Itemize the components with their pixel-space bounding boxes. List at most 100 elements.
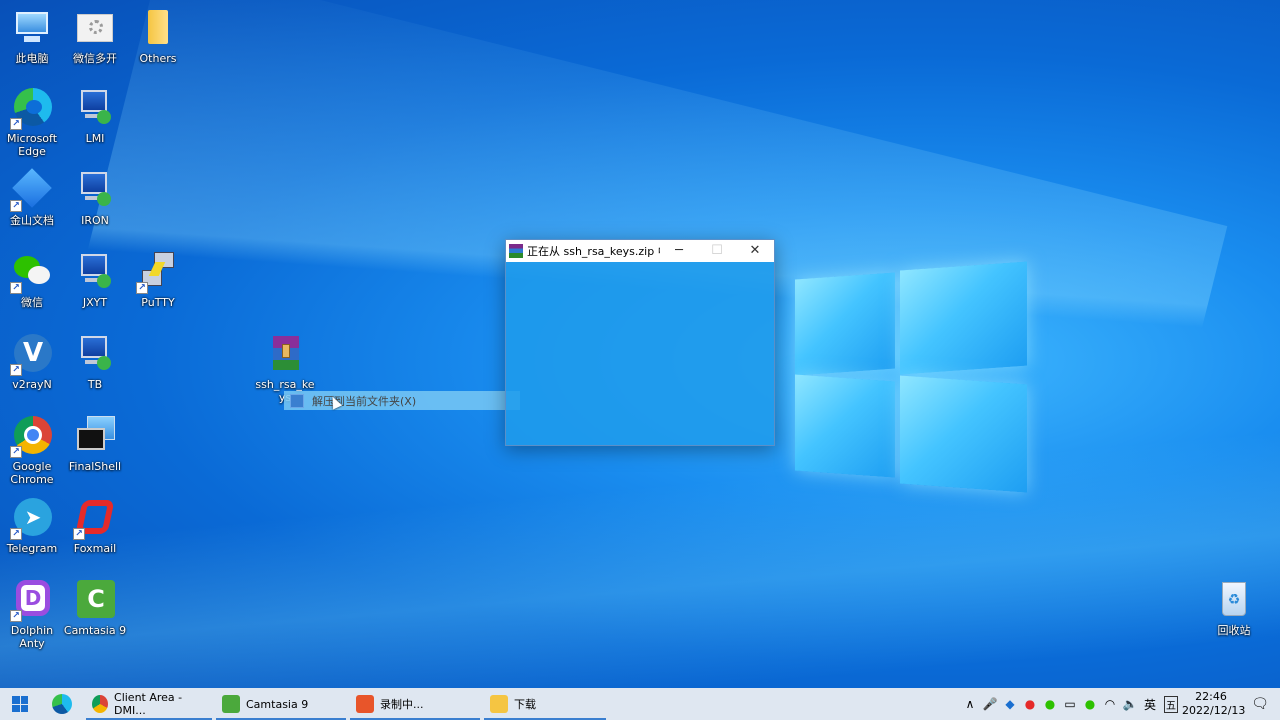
taskbar-app-label: 录制中... — [380, 698, 424, 711]
taskbar-pin-edge[interactable] — [40, 688, 84, 720]
desktop-icon-v2rayn[interactable]: V ↗ v2rayN — [0, 334, 64, 391]
wallpaper-windows-logo — [795, 256, 1027, 493]
desktop-icon-label: Foxmail — [73, 542, 117, 555]
camtasia-icon: C — [75, 580, 115, 620]
desktop-icon-tb[interactable]: TB — [63, 334, 127, 391]
camtasia-icon — [222, 695, 240, 713]
desktop-icon-iron[interactable]: IRON — [63, 170, 127, 227]
recycle-bin-icon: ♻ — [1214, 580, 1254, 620]
microphone-icon[interactable]: 🎤 — [980, 697, 1000, 711]
desktop-icon-label: TB — [87, 378, 103, 391]
desktop-icon-label: IRON — [81, 214, 109, 227]
desktop-icon-label: LMI — [85, 132, 105, 145]
v2rayn-icon: V ↗ — [10, 334, 52, 376]
desktop-icon-label: Dolphin Anty — [10, 624, 54, 650]
taskbar-app-camtasia[interactable]: Camtasia 9 — [214, 688, 348, 720]
dialog-title: 正在从 ssh_rsa_keys.zip 中... — [527, 245, 660, 258]
telegram-icon: ➤ ↗ — [10, 498, 52, 540]
maximize-button: ☐ — [711, 243, 723, 258]
taskbar-app-downloads[interactable]: 下载 — [482, 688, 608, 720]
desktop-icon-finalshell[interactable]: FinalShell — [63, 416, 127, 473]
recorder-icon — [356, 695, 374, 713]
desktop-icon-chrome[interactable]: ↗ Google Chrome — [0, 416, 64, 486]
extraction-dialog[interactable]: 正在从 ssh_rsa_keys.zip 中... ─ ☐ ✕ — [505, 239, 775, 446]
foxmail-icon: ↗ — [73, 498, 115, 540]
taskbar-app-chrome[interactable]: Client Area - DMI... — [84, 688, 214, 720]
taskbar-app-label: Client Area - DMI... — [114, 691, 183, 717]
desktop-icon-label: JXYT — [82, 296, 108, 309]
desktop-icon-kingsoft-docs[interactable]: ↗ 金山文档 — [0, 168, 64, 227]
clock-date: 2022/12/13 — [1182, 704, 1246, 717]
tray-app-icon[interactable]: ● — [1020, 697, 1040, 711]
desktop-icon-label: PuTTY — [141, 296, 175, 309]
desktop-icon-foxmail[interactable]: ↗ Foxmail — [63, 498, 127, 555]
desktop-icon-label: FinalShell — [68, 460, 122, 473]
taskbar: Client Area - DMI... Camtasia 9 录制中... 下… — [0, 688, 1280, 720]
edge-icon — [52, 694, 72, 714]
edge-icon: ↗ — [10, 88, 52, 130]
desktop-icon-label: 此电脑 — [15, 52, 49, 65]
clock[interactable]: 22:46 2022/12/13 — [1182, 690, 1246, 718]
desktop-icon-recycle-bin[interactable]: ♻ 回收站 — [1202, 580, 1266, 637]
chrome-icon — [92, 695, 109, 713]
windows-start-icon — [12, 696, 28, 712]
chrome-icon: ↗ — [10, 416, 52, 458]
computer-icon — [12, 8, 52, 48]
minimize-button[interactable]: ─ — [660, 240, 698, 262]
wallpaper-beam-lower — [0, 420, 1280, 720]
desktop-icon-dolphin-anty[interactable]: D ↗ Dolphin Anty — [0, 580, 64, 650]
notification-center-icon[interactable]: 🗨 — [1240, 696, 1280, 712]
desktop-icon-camtasia[interactable]: C Camtasia 9 — [63, 580, 127, 637]
remote-desktop-icon — [75, 88, 115, 128]
ime-mode-indicator[interactable]: 五 — [1164, 695, 1178, 713]
desktop-icon-telegram[interactable]: ➤ ↗ Telegram — [0, 498, 64, 555]
extract-icon — [290, 393, 304, 408]
dialog-titlebar[interactable]: 正在从 ssh_rsa_keys.zip 中... ─ ☐ ✕ — [506, 240, 774, 262]
desktop-icon-label: Google Chrome — [10, 460, 54, 486]
remote-desktop-icon — [75, 334, 115, 374]
battery-icon[interactable]: ▭ — [1060, 697, 1080, 711]
context-menu-label: 解压到当前文件夹(X) — [312, 394, 417, 408]
taskbar-app-label: Camtasia 9 — [246, 697, 309, 711]
desktop-icon-others[interactable]: Others — [126, 8, 190, 65]
gear-icon — [75, 8, 115, 48]
wechat-tray-icon[interactable]: ● — [1080, 697, 1100, 711]
network-icon[interactable]: ◠ — [1100, 697, 1120, 711]
desktop-icon-edge[interactable]: ↗ Microsoft Edge — [0, 88, 64, 158]
desktop-icon-this-pc[interactable]: 此电脑 — [0, 8, 64, 65]
winrar-icon — [509, 244, 523, 258]
finalshell-icon — [75, 416, 115, 456]
wechat-tray-icon[interactable]: ● — [1040, 697, 1060, 711]
desktop-icon-label: Microsoft Edge — [6, 132, 58, 158]
dolphin-anty-icon: D ↗ — [10, 580, 52, 622]
system-tray: ∧ 🎤 ◆ ● ● ▭ ● ◠ 🔈 英 五 22:46 2022/12/13 🗨 — [960, 688, 1280, 720]
folder-icon — [138, 8, 178, 48]
clock-time: 22:46 — [1195, 690, 1227, 703]
taskbar-app-recording[interactable]: 录制中... — [348, 688, 482, 720]
tray-app-icon[interactable]: ◆ — [1000, 697, 1020, 711]
desktop-icon-label: 微信 — [21, 296, 43, 309]
desktop-icon-label: Telegram — [6, 542, 58, 555]
close-button[interactable]: ✕ — [736, 240, 774, 262]
kingsoft-docs-icon: ↗ — [10, 168, 52, 212]
desktop-icon-wechat[interactable]: ↗ 微信 — [0, 252, 64, 309]
volume-icon[interactable]: 🔈 — [1120, 697, 1140, 711]
desktop-icon-jxyt[interactable]: JXYT — [63, 252, 127, 309]
start-button[interactable] — [0, 688, 40, 720]
ime-language-indicator[interactable]: 英 — [1140, 696, 1160, 713]
winrar-archive-icon — [265, 334, 305, 374]
desktop-icon-label: 金山文档 — [10, 214, 54, 227]
context-menu-item-extract-here[interactable]: 解压到当前文件夹(X) — [284, 391, 520, 410]
taskbar-app-label: 下载 — [514, 698, 536, 711]
tray-overflow-chevron-icon[interactable]: ∧ — [960, 697, 980, 711]
remote-desktop-icon — [75, 252, 115, 292]
desktop-icon-wechat-multi[interactable]: 微信多开 — [63, 8, 127, 65]
remote-desktop-icon — [75, 170, 115, 210]
desktop-icon-label: 回收站 — [1217, 624, 1251, 637]
folder-download-icon — [490, 695, 508, 713]
putty-icon: ↗ — [136, 252, 178, 294]
desktop-icon-lmi[interactable]: LMI — [63, 88, 127, 145]
desktop-icon-label: v2rayN — [12, 378, 52, 391]
desktop-icon-putty[interactable]: ↗ PuTTY — [126, 252, 190, 309]
desktop-icon-label: Others — [139, 52, 177, 65]
